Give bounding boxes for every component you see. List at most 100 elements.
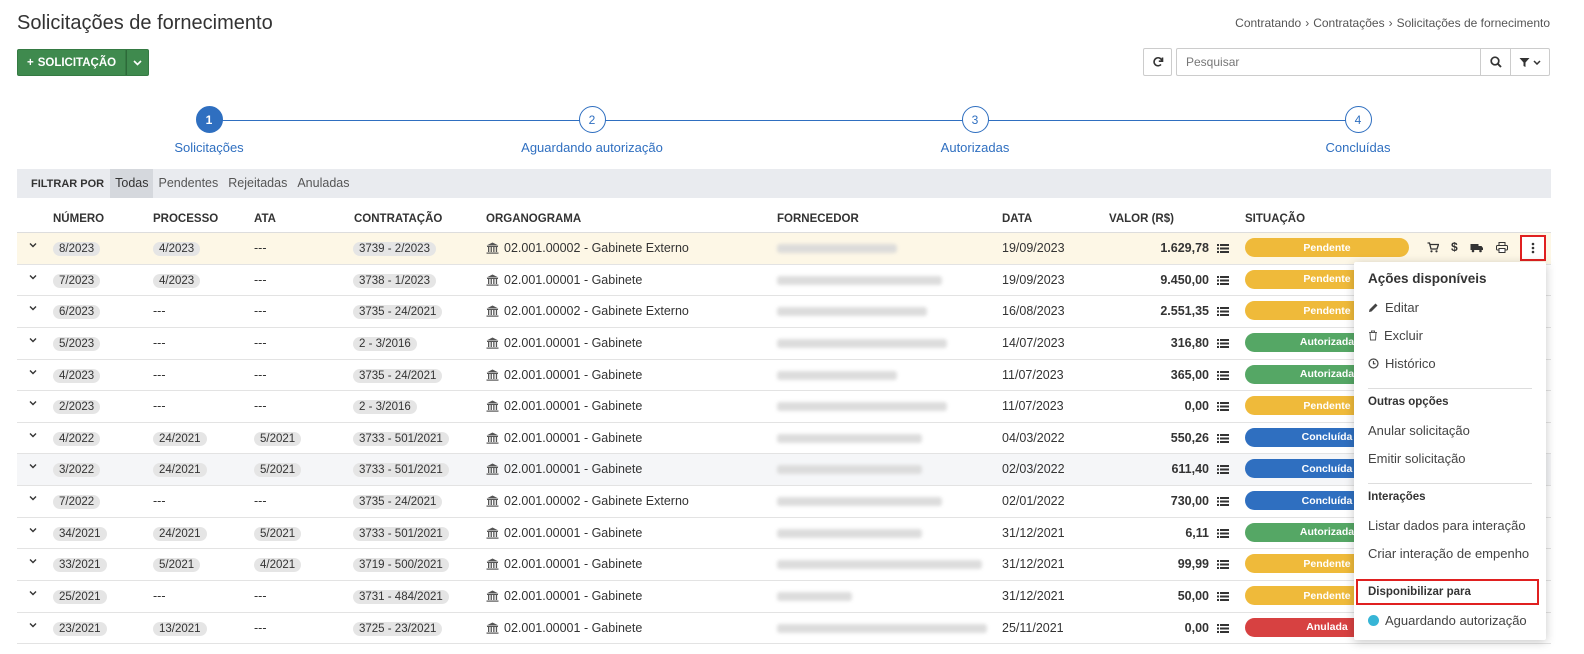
step-autorizadas[interactable]: 3 Autorizadas	[875, 106, 1075, 155]
organograma-cell: 02.001.00002 - Gabinete Externo	[486, 304, 689, 318]
list-icon[interactable]	[1217, 306, 1229, 317]
column-header-situacao[interactable]: SITUAÇÃO	[1245, 213, 1305, 225]
table-row[interactable]: 25/2021 --- --- 3731 - 484/2021 02.001.00001…	[17, 581, 1551, 613]
numero-cell: 5/2023	[53, 336, 101, 351]
table-row[interactable]: 4/2023 --- --- 3735 - 24/2021 02.001.00001 -…	[17, 360, 1551, 392]
refresh-button[interactable]	[1143, 48, 1172, 76]
list-icon[interactable]	[1217, 338, 1229, 349]
table-row[interactable]: 7/2022 --- --- 3735 - 24/2021 02.001.00002 -…	[17, 486, 1551, 518]
menu-item-historico[interactable]: Histórico	[1368, 356, 1436, 371]
chevron-down-icon[interactable]	[28, 430, 38, 440]
dollar-icon[interactable]: $	[1451, 240, 1458, 254]
organograma-cell: 02.001.00001 - Gabinete	[486, 336, 642, 350]
list-icon[interactable]	[1217, 243, 1229, 254]
column-header-contratacao[interactable]: CONTRATAÇÃO	[354, 213, 442, 225]
valor-cell: 6,11	[1185, 525, 1209, 540]
step-label: Autorizadas	[940, 140, 1010, 155]
step-solicitacoes[interactable]: 1 Solicitações	[109, 106, 309, 155]
menu-item-editar[interactable]: Editar	[1368, 300, 1419, 315]
column-header-numero[interactable]: NÚMERO	[53, 213, 104, 225]
list-icon[interactable]	[1217, 623, 1229, 634]
filter-option-anuladas[interactable]: Anuladas	[292, 169, 354, 198]
menu-item-anular[interactable]: Anular solicitação	[1368, 423, 1470, 438]
list-icon[interactable]	[1217, 559, 1229, 570]
chevron-down-icon[interactable]	[28, 525, 38, 535]
table-row[interactable]: 23/2021 13/2021 --- 3725 - 23/2021 02.001.00…	[17, 613, 1551, 645]
list-icon[interactable]	[1217, 433, 1229, 444]
column-header-organograma[interactable]: ORGANOGRAMA	[486, 213, 581, 225]
list-icon[interactable]	[1217, 496, 1229, 507]
step-aguardando-autorizacao[interactable]: 2 Aguardando autorização	[492, 106, 692, 155]
step-concluidas[interactable]: 4 Concluídas	[1258, 106, 1458, 155]
data-cell: 19/09/2023	[1002, 272, 1065, 287]
chevron-down-icon[interactable]	[28, 303, 38, 313]
list-icon[interactable]	[1217, 591, 1229, 602]
menu-item-listar-dados[interactable]: Listar dados para interação	[1368, 518, 1526, 533]
trash-icon	[1369, 330, 1377, 341]
valor-cell: 316,80	[1170, 335, 1209, 350]
menu-item-excluir[interactable]: Excluir	[1368, 328, 1423, 343]
menu-item-aguardando-autorizacao[interactable]: Aguardando autorização	[1368, 613, 1527, 628]
table-row[interactable]: 5/2023 --- --- 2 - 3/2016 02.001.00001 - Gab…	[17, 328, 1551, 360]
new-solicitacao-button[interactable]: + SOLICITAÇÃO	[17, 49, 127, 76]
valor-cell: 99,99	[1177, 557, 1209, 572]
chevron-down-icon[interactable]	[28, 335, 38, 345]
table-row[interactable]: 2/2023 --- --- 2 - 3/2016 02.001.00001 - Gab…	[17, 391, 1551, 423]
organograma-label: 02.001.00001 - Gabinete	[504, 589, 643, 604]
list-icon[interactable]	[1217, 275, 1229, 286]
menu-item-label: Excluir	[1384, 328, 1424, 343]
column-header-valor[interactable]: VALOR (R$)	[1109, 213, 1174, 225]
column-header-fornecedor[interactable]: FORNECEDOR	[777, 213, 859, 225]
chevron-down-icon[interactable]	[28, 588, 38, 598]
column-header-processo[interactable]: PROCESSO	[153, 213, 218, 225]
list-icon[interactable]	[1217, 401, 1229, 412]
chevron-down-icon[interactable]	[28, 556, 38, 566]
ata-cell: ---	[254, 304, 267, 319]
filter-option-todas[interactable]: Todas	[110, 169, 154, 198]
chevron-down-icon[interactable]	[28, 240, 38, 250]
table-row[interactable]: 3/2022 24/2021 5/2021 3733 - 501/2021 02.001…	[17, 454, 1551, 487]
search-input[interactable]	[1176, 48, 1481, 76]
table-row[interactable]: 6/2023 --- --- 3735 - 24/2021 02.001.00002 -…	[17, 296, 1551, 328]
fornecedor-cell-redacted	[777, 465, 922, 475]
truck-icon[interactable]	[1470, 242, 1484, 253]
cart-icon[interactable]	[1427, 241, 1439, 253]
printer-icon[interactable]	[1495, 241, 1508, 253]
numero-cell: 23/2021	[53, 621, 107, 636]
column-header-data[interactable]: DATA	[1002, 213, 1032, 225]
chevron-down-icon[interactable]	[28, 493, 38, 503]
menu-item-emitir[interactable]: Emitir solicitação	[1368, 451, 1466, 466]
search-button[interactable]	[1481, 48, 1511, 76]
chevron-down-icon[interactable]	[28, 398, 38, 408]
chevron-down-icon[interactable]	[28, 367, 38, 377]
table-row[interactable]: 33/2021 5/2021 4/2021 3719 - 500/2021 02.001…	[17, 549, 1551, 582]
ata-cell: ---	[254, 272, 267, 287]
menu-item-criar-interacao[interactable]: Criar interação de empenho	[1368, 546, 1529, 561]
row-more-actions-button[interactable]	[1520, 235, 1546, 261]
breadcrumb-item-contratando[interactable]: Contratando	[1235, 16, 1301, 30]
filter-button[interactable]	[1511, 48, 1550, 76]
organograma-cell: 02.001.00001 - Gabinete	[486, 526, 642, 540]
new-solicitacao-dropdown-button[interactable]	[126, 49, 150, 76]
breadcrumb-item-contratacoes[interactable]: Contratações	[1313, 16, 1384, 30]
numero-cell: 7/2023	[53, 273, 101, 288]
list-icon[interactable]	[1217, 370, 1229, 381]
table-row[interactable]: 7/2023 4/2023 --- 3738 - 1/2023 02.001.00001…	[17, 265, 1551, 297]
chevron-down-icon[interactable]	[28, 461, 38, 471]
organograma-label: 02.001.00001 - Gabinete	[504, 399, 643, 414]
column-header-ata[interactable]: ATA	[254, 213, 276, 225]
table-row[interactable]: 34/2021 24/2021 5/2021 3733 - 501/2021 02.00…	[17, 518, 1551, 550]
chevron-down-icon[interactable]	[28, 272, 38, 282]
filter-option-pendentes[interactable]: Pendentes	[153, 169, 223, 198]
table-row[interactable]: 8/2023 4/2023 --- 3739 - 2/2023 02.001.00002…	[17, 233, 1551, 265]
filter-option-rejeitadas[interactable]: Rejeitadas	[223, 169, 292, 198]
chevron-down-icon[interactable]	[28, 620, 38, 630]
organograma-label: 02.001.00001 - Gabinete	[504, 525, 643, 540]
data-cell: 11/07/2023	[1002, 399, 1064, 414]
building-icon	[486, 432, 499, 444]
list-icon[interactable]	[1217, 464, 1229, 475]
filter-bar: FILTRAR POR Todas Pendentes Rejeitadas A…	[17, 169, 1551, 198]
ata-cell: 4/2021	[254, 558, 302, 573]
table-row[interactable]: 4/2022 24/2021 5/2021 3733 - 501/2021 02.001…	[17, 423, 1551, 455]
list-icon[interactable]	[1217, 528, 1229, 539]
